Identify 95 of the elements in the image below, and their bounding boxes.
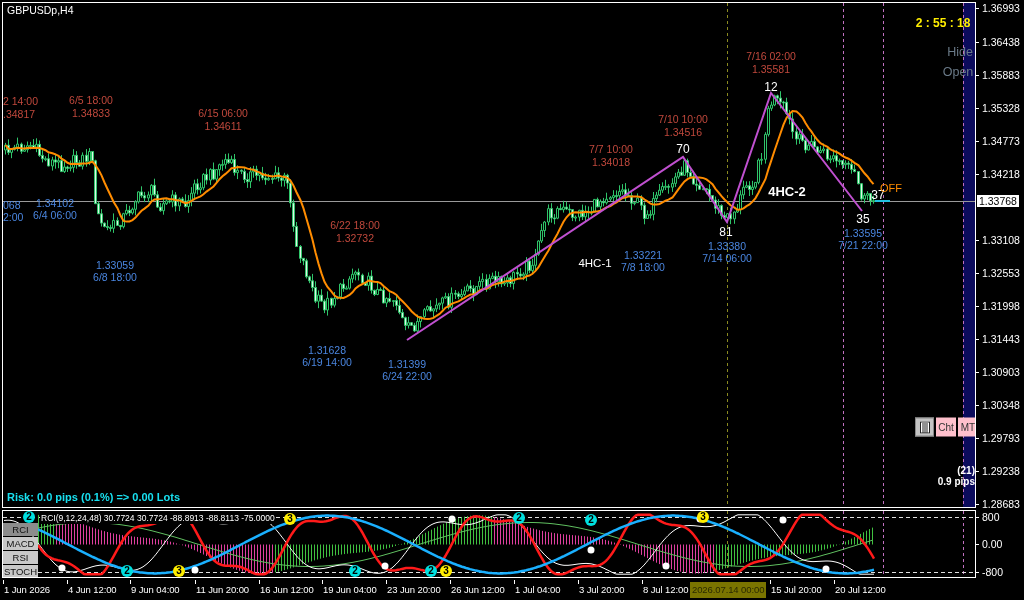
cursor-time-tag: 2026.07.14 00:00 xyxy=(690,582,767,598)
high-time-label: 7/7 10:00 xyxy=(589,143,633,155)
low-price-label: 1.33595 xyxy=(844,227,882,239)
low-time-label: 7/21 22:00 xyxy=(838,239,888,251)
low-price-label: 1.33059 xyxy=(96,259,134,271)
spread-pips: 0.9 pips xyxy=(937,476,975,488)
count-marker: 2 xyxy=(349,565,361,577)
indicator-axis-label: 800 xyxy=(982,511,1000,523)
price-axis-label: 1.31998 xyxy=(982,300,1020,312)
high-price-label: 1.34516 xyxy=(664,126,702,138)
low-price-label: 1.31399 xyxy=(388,358,426,370)
high-price-label: 1.34018 xyxy=(592,156,630,168)
low-time-label: 6/8 18:00 xyxy=(93,271,137,283)
time-axis-label: 1 Jun 2026 xyxy=(3,584,50,596)
high-price-label: 1.32732 xyxy=(336,232,374,244)
high-price-label: 1.34833 xyxy=(72,107,110,119)
period-separator-line xyxy=(883,511,884,577)
count-marker: 3 xyxy=(697,511,709,523)
pattern-label: 4HC-1 xyxy=(578,257,612,269)
low-price-label: 1.33221 xyxy=(624,249,662,261)
indicator-tab[interactable]: RCI xyxy=(3,523,38,536)
list-icon xyxy=(919,421,930,433)
current-price-tag: 1.33768 xyxy=(977,195,1019,207)
toolbar-button[interactable]: Cht xyxy=(936,417,956,437)
time-axis-label: 26 Jun 12:00 xyxy=(450,584,505,596)
low-time-label: 7/8 18:00 xyxy=(621,261,665,273)
indicator-axis-label: 0.00 xyxy=(982,538,1003,550)
high-time-label: 7/10 10:00 xyxy=(658,113,708,125)
indicator-tab[interactable]: STOCH xyxy=(3,565,38,577)
count-marker: 2 xyxy=(23,511,35,523)
count-marker: 3 xyxy=(440,565,452,577)
list-button[interactable] xyxy=(915,417,934,437)
price-axis-label: 1.28683 xyxy=(982,498,1020,510)
wave-count: 35 xyxy=(856,213,870,225)
price-axis-label: 1.35328 xyxy=(982,102,1020,114)
wave-count: 81 xyxy=(719,226,733,238)
period-separator-line xyxy=(963,511,964,577)
price-axis-label: 1.30348 xyxy=(982,399,1020,411)
countdown-timer: 2 : 55 : 18 xyxy=(915,17,971,29)
high-price-label: 1.34611 xyxy=(204,120,242,132)
toolbar-button[interactable]: MT xyxy=(958,417,975,437)
price-axis-label: 1.29793 xyxy=(982,432,1020,444)
count-marker: 3 xyxy=(173,565,185,577)
indicator-axis-label: -800 xyxy=(982,566,1003,578)
risk-text: Risk: 0.0 pips (0.1%) => 0.00 Lots xyxy=(7,491,180,503)
time-axis-label: 9 Jun 04:00 xyxy=(130,584,180,596)
spread-count: (21) xyxy=(957,465,975,477)
time-axis-label: 11 Jun 20:00 xyxy=(195,584,250,596)
count-marker: 2 xyxy=(121,565,133,577)
bid-marker-line xyxy=(874,200,891,202)
time-axis-label: 19 Jun 04:00 xyxy=(322,584,377,596)
chart-title: GBPUSDp,H4 xyxy=(7,4,74,16)
time-axis-label: 15 Jul 20:00 xyxy=(770,584,822,596)
low-price-label: 068 xyxy=(3,199,21,211)
time-axis-label: 1 Jul 04:00 xyxy=(514,584,561,596)
price-axis-label: 1.31443 xyxy=(982,333,1020,345)
indicator-tab[interactable]: MACD xyxy=(3,537,38,550)
time-axis-label: 8 Jul 12:00 xyxy=(642,584,689,596)
count-marker: 2 xyxy=(585,514,597,526)
price-axis-label: 1.33108 xyxy=(982,234,1020,246)
high-time-label: 2 14:00 xyxy=(3,95,39,107)
time-axis-label: 4 Jun 12:00 xyxy=(67,584,117,596)
low-time-label: 6/24 22:00 xyxy=(382,370,432,382)
time-axis-label: 16 Jun 12:00 xyxy=(259,584,314,596)
price-axis-label: 1.34218 xyxy=(982,168,1020,180)
low-time-label: 6/19 14:00 xyxy=(302,356,352,368)
price-axis-label: 1.32553 xyxy=(982,267,1020,279)
price-axis-label: 1.34773 xyxy=(982,135,1020,147)
time-axis-label: 3 Jul 20:00 xyxy=(578,584,625,596)
high-time-label: 6/15 06:00 xyxy=(198,107,248,119)
low-time-label: 2:00 xyxy=(3,211,24,223)
price-axis-label: 1.36438 xyxy=(982,36,1020,48)
count-marker: 3 xyxy=(284,513,296,525)
low-price-label: 1.31628 xyxy=(308,344,346,356)
low-time-label: 7/14 06:00 xyxy=(702,252,752,264)
low-time-label: 6/4 06:00 xyxy=(33,209,77,221)
price-axis-label: 1.35883 xyxy=(982,69,1020,81)
price-axis-label: 1.29238 xyxy=(982,465,1020,477)
pattern-label: 4HC-2 xyxy=(768,186,806,198)
indicator-tab[interactable]: RSI xyxy=(3,551,38,564)
high-price-label: .34817 xyxy=(3,108,36,120)
high-time-label: 6/22 18:00 xyxy=(330,219,380,231)
price-axis-label: 1.36993 xyxy=(982,2,1020,14)
high-time-label: 6/5 18:00 xyxy=(69,94,113,106)
high-time-label: 7/16 02:00 xyxy=(746,50,796,62)
time-axis-label: 20 Jul 12:00 xyxy=(834,584,886,596)
low-price-label: 1.33380 xyxy=(708,240,746,252)
count-marker: 2 xyxy=(513,512,525,524)
count-marker: 2 xyxy=(425,565,437,577)
time-axis-label: 23 Jun 20:00 xyxy=(386,584,441,596)
wave-count: 12 xyxy=(764,81,778,93)
high-price-label: 1.35581 xyxy=(752,63,790,75)
wave-count: 70 xyxy=(676,143,690,155)
indicator-legend: RCI(9,12,24,48) 30.7724 30.7724 -88.8913 -88.8113 -75.0000 xyxy=(40,512,276,524)
price-axis-label: 1.30903 xyxy=(982,366,1020,378)
